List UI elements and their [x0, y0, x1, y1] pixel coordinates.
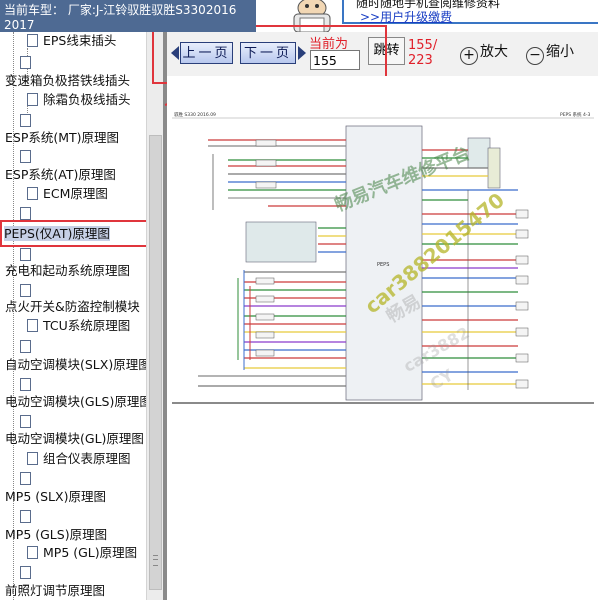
tree-item-auto-ac-slx[interactable]: 自动空调模块(SLX)原理图 [5, 356, 151, 374]
zoom-out-label: 缩小 [546, 44, 574, 60]
tree-item-mp5-gl[interactable]: MP5 (GL)原理图 [27, 544, 137, 562]
tree-item-ignition-immobilizer[interactable]: 点火开关&防盗控制模块 [5, 298, 140, 316]
document-icon[interactable] [20, 566, 31, 579]
tree-item-eps-connector[interactable]: EPS线束插头 [27, 32, 116, 50]
tree-item-cluster[interactable]: 组合仪表原理图 [27, 450, 131, 468]
tree-item-electric-ac-gls[interactable]: 电动空调模块(GLS)原理图 [5, 393, 152, 411]
page-count-line2: 223 [408, 53, 433, 68]
document-icon[interactable] [20, 378, 31, 391]
upgrade-link[interactable]: >>用户升级缴费 [360, 8, 452, 25]
zoom-in-button[interactable]: + 放大 [460, 41, 508, 65]
document-icon [27, 93, 38, 106]
tree-panel: EPS线束插头 变速箱负极搭铁线插头 除霜负极线插头 ESP系统(MT)原理图 … [0, 0, 163, 600]
document-icon [27, 187, 38, 200]
upgrade-link-prefix: >> [360, 10, 381, 24]
zoom-in-label: 放大 [480, 44, 508, 60]
document-icon[interactable] [20, 150, 31, 163]
tree-item-charging-start[interactable]: 充电和起动系统原理图 [5, 262, 130, 280]
document-icon[interactable] [20, 114, 31, 127]
scroll-thumb[interactable] [149, 135, 162, 590]
relay-box [487, 147, 501, 189]
zoom-in-icon: + [460, 47, 478, 65]
tree-item-mp5-gls[interactable]: MP5 (GLS)原理图 [5, 526, 107, 544]
peps-wiring-diagram: 驭胜 S330 2016.09 PEPS 系统 4-3 PEPS [172, 110, 594, 404]
vehicle-header-line1: 当前车型： 厂家:J-江铃驭胜驭胜S3302016 [4, 3, 237, 17]
tree-item-ecm[interactable]: ECM原理图 [27, 185, 108, 203]
document-icon[interactable] [20, 340, 31, 353]
document-icon[interactable] [20, 284, 31, 297]
upgrade-link-text: 用户升级缴费 [380, 10, 453, 24]
document-icon[interactable] [20, 415, 31, 428]
tree-item-defrost-connector[interactable]: 除霜负极线插头 [27, 91, 131, 109]
document-icon [27, 452, 38, 465]
tree-item-transmission-ground[interactable]: 变速箱负极搭铁线插头 [5, 72, 130, 90]
antenna-component-box [245, 221, 317, 263]
document-icon[interactable] [20, 248, 31, 261]
tree-guide-line [13, 32, 14, 600]
zoom-out-button[interactable]: − 缩小 [526, 41, 574, 65]
page-count-line1: 155/ [408, 38, 438, 53]
tree-item-headlamp-leveling[interactable]: 前照灯调节原理图 [5, 582, 105, 600]
vehicle-header: 当前车型： 厂家:J-江铃驭胜驭胜S3302016 2017 [0, 0, 256, 32]
diagram-header-right: PEPS 系统 4-3 [560, 111, 590, 118]
document-icon [27, 319, 38, 332]
zoom-out-icon: − [526, 47, 544, 65]
vehicle-header-line2: 2017 [4, 18, 35, 32]
tree-item-electric-ac-gl[interactable]: 电动空调模块(GL)原理图 [5, 430, 144, 448]
tree-item-esp-mt[interactable]: ESP系统(MT)原理图 [5, 129, 119, 147]
tree-item-tcu[interactable]: TCU系统原理图 [27, 317, 130, 335]
peps-module-label: PEPS [377, 262, 389, 268]
document-icon[interactable] [20, 472, 31, 485]
document-icon[interactable] [20, 56, 31, 69]
document-icon[interactable] [20, 207, 31, 220]
diagram-header-left: 驭胜 S330 2016.09 [174, 111, 216, 118]
tree-item-mp5-slx[interactable]: MP5 (SLX)原理图 [5, 488, 106, 506]
document-icon[interactable] [20, 510, 31, 523]
document-icon [27, 34, 38, 47]
document-icon [27, 546, 38, 559]
scroll-grip-icon [153, 555, 158, 566]
tree-item-esp-at[interactable]: ESP系统(AT)原理图 [5, 166, 116, 184]
selection-highlight-box [0, 220, 151, 247]
